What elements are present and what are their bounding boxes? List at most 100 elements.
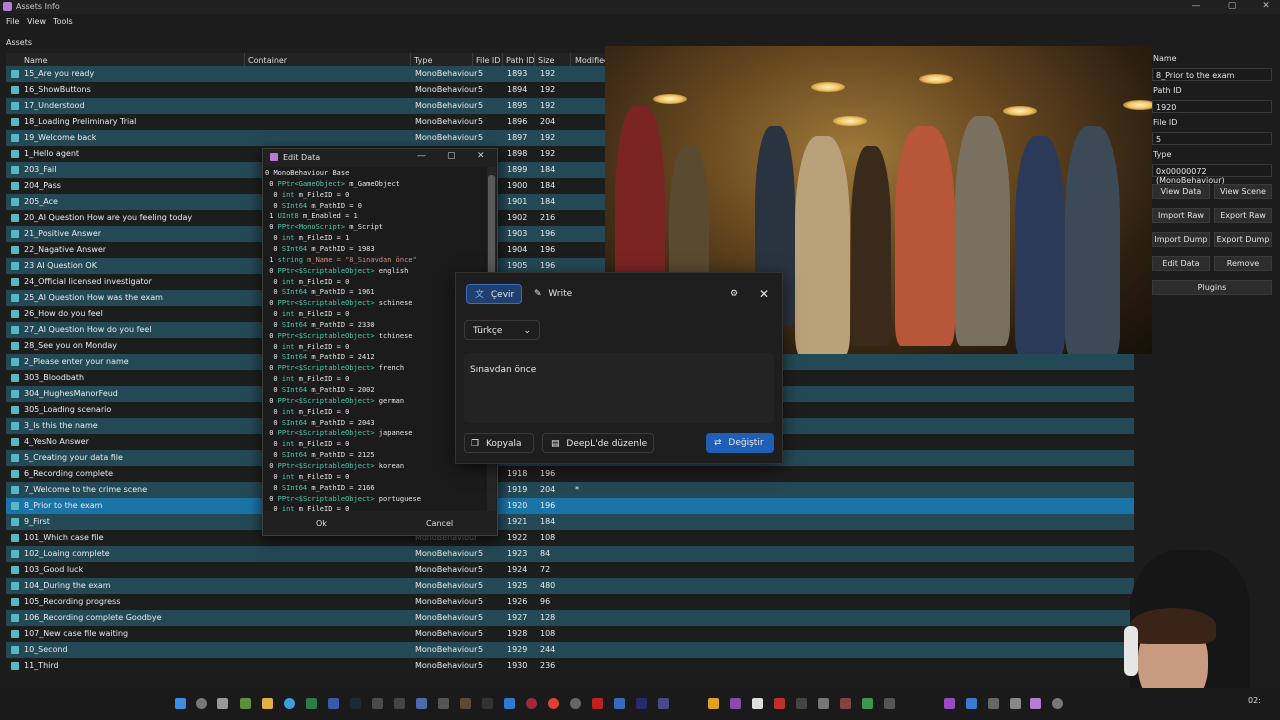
table-row[interactable]: 10_Second MonoBehaviour 5 1929 244 — [6, 642, 1134, 658]
col-container-header[interactable]: Container — [248, 56, 287, 65]
view-scene-button[interactable]: View Scene — [1214, 184, 1272, 199]
menu-view[interactable]: View — [27, 17, 46, 26]
plugins-button[interactable]: Plugins — [1152, 280, 1272, 295]
remove-button[interactable]: Remove — [1214, 256, 1272, 271]
app-icon[interactable] — [752, 698, 763, 709]
translate-tab[interactable]: 文 Çevir — [466, 284, 522, 304]
editor-line[interactable]: 0 PPtr<GameObject> m_GameObject — [265, 180, 400, 188]
pathid-field[interactable]: 1920 — [1152, 100, 1272, 113]
editor-line[interactable]: 0 PPtr<$ScriptableObject> english — [265, 267, 408, 275]
export-raw-button[interactable]: Export Raw — [1214, 208, 1272, 223]
editor-line[interactable]: 0 int m_FileID = 0 — [265, 473, 349, 481]
chrome-icon[interactable] — [548, 698, 559, 709]
ok-button[interactable]: Ok — [316, 519, 327, 528]
app-icon[interactable] — [988, 698, 999, 709]
editor-line[interactable]: 0 PPtr<$ScriptableObject> korean — [265, 462, 404, 470]
table-row[interactable]: 9_First 1921 184 — [6, 514, 1134, 530]
settings-gear-icon[interactable]: ⚙ — [724, 284, 744, 304]
dialog-close-button[interactable]: ✕ — [477, 151, 485, 161]
table-row[interactable]: 104_During the exam MonoBehaviour 5 1925 480 — [6, 578, 1134, 594]
menu-file[interactable]: File — [6, 17, 19, 26]
start-icon[interactable] — [175, 698, 186, 709]
editor-line[interactable]: 0 PPtr<MonoScript> m_Script — [265, 223, 383, 231]
view-data-button[interactable]: View Data — [1152, 184, 1210, 199]
app-icon[interactable] — [658, 698, 669, 709]
close-button[interactable]: ✕ — [1256, 1, 1276, 11]
edit-in-deepl-button[interactable]: ▤ DeepL'de düzenle — [542, 433, 654, 453]
app-icon[interactable] — [708, 698, 719, 709]
app-icon[interactable] — [526, 698, 537, 709]
app-icon[interactable] — [394, 698, 405, 709]
replace-button[interactable]: ⇄ Değiştir — [706, 433, 774, 453]
assets-app-icon[interactable] — [1030, 698, 1041, 709]
app-icon[interactable] — [862, 698, 873, 709]
col-type-header[interactable]: Type — [414, 56, 432, 65]
app-icon[interactable] — [884, 698, 895, 709]
editor-line[interactable]: 0 SInt64 m_PathID = 1983 — [265, 245, 374, 253]
editor-line[interactable]: 1 UInt8 m_Enabled = 1 — [265, 212, 358, 220]
app-icon[interactable] — [796, 698, 807, 709]
editor-line[interactable]: 0 PPtr<$ScriptableObject> schinese — [265, 299, 412, 307]
edit-data-button[interactable]: Edit Data — [1152, 256, 1210, 271]
editor-line[interactable]: 0 SInt64 m_PathID = 2043 — [265, 419, 374, 427]
app-icon[interactable] — [966, 698, 977, 709]
col-name-header[interactable]: Name — [24, 56, 48, 65]
app-icon[interactable] — [818, 698, 829, 709]
editor-line[interactable]: 0 SInt64 m_PathID = 2412 — [265, 353, 374, 361]
fileid-field[interactable]: 5 — [1152, 132, 1272, 145]
table-row[interactable]: 102_Loaing complete MonoBehaviour 5 1923 84 — [6, 546, 1134, 562]
table-row[interactable]: 106_Recording complete Goodbye MonoBehavi… — [6, 610, 1134, 626]
editor-line[interactable]: 0 int m_FileID = 0 — [265, 191, 349, 199]
editor-line[interactable]: 0 SInt64 m_PathID = 0 — [265, 202, 362, 210]
folder-icon[interactable] — [262, 698, 273, 709]
app-icon[interactable] — [592, 698, 603, 709]
app-icon[interactable] — [438, 698, 449, 709]
table-row[interactable]: 7_Welcome to the crime scene 1919 204 * — [6, 482, 1134, 498]
table-row[interactable]: 8_Prior to the exam 1920 196 — [6, 498, 1134, 514]
editor-line[interactable]: 0 int m_FileID = 0 — [265, 310, 349, 318]
data-editor[interactable]: 0 MonoBehaviour Base 0 PPtr<GameObject> … — [263, 167, 487, 511]
language-select[interactable]: Türkçe ⌄ — [464, 320, 540, 340]
col-size-header[interactable]: Size — [538, 56, 554, 65]
app-icon[interactable] — [730, 698, 741, 709]
search-icon[interactable] — [196, 698, 207, 709]
table-row[interactable]: 6_Recording complete 1918 196 — [6, 466, 1134, 482]
editor-line[interactable]: 0 PPtr<$ScriptableObject> japanese — [265, 429, 412, 437]
export-dump-button[interactable]: Export Dump — [1214, 232, 1272, 247]
editor-line[interactable]: 0 PPtr<$ScriptableObject> tchinese — [265, 332, 412, 340]
editor-line[interactable]: 0 SInt64 m_PathID = 1961 — [265, 288, 374, 296]
editor-line[interactable]: 0 int m_FileID = 0 — [265, 440, 349, 448]
steam-icon[interactable] — [350, 698, 361, 709]
col-pathid-header[interactable]: Path ID — [506, 56, 535, 65]
editor-line[interactable]: 0 int m_FileID = 0 — [265, 375, 349, 383]
dialog-minimize-button[interactable]: — — [417, 151, 426, 161]
close-icon[interactable]: ✕ — [754, 284, 774, 304]
editor-line[interactable]: 0 PPtr<$ScriptableObject> french — [265, 364, 404, 372]
app-icon[interactable] — [840, 698, 851, 709]
dialog-maximize-button[interactable]: ▢ — [447, 151, 456, 161]
editor-line[interactable]: 0 int m_FileID = 1 — [265, 234, 349, 242]
app-icon[interactable] — [482, 698, 493, 709]
name-field[interactable]: 8_Prior to the exam — [1152, 68, 1272, 81]
menu-tools[interactable]: Tools — [53, 17, 73, 26]
app-icon[interactable] — [240, 698, 251, 709]
table-row[interactable]: 105_Recording progress MonoBehaviour 5 1926… — [6, 594, 1134, 610]
table-row[interactable]: 101_Which case file MonoBehaviour 1922 108 — [6, 530, 1134, 546]
app-icon[interactable] — [1010, 698, 1021, 709]
app-icon[interactable] — [774, 698, 785, 709]
table-row[interactable]: 107_New case file waiting MonoBehaviour 5 1… — [6, 626, 1134, 642]
cancel-button[interactable]: Cancel — [426, 519, 453, 528]
editor-line[interactable]: 0 PPtr<$ScriptableObject> portuguese — [265, 495, 421, 503]
type-field[interactable]: 0x00000072 (MonoBehaviour) — [1152, 164, 1272, 185]
app-icon[interactable] — [306, 698, 317, 709]
maximize-button[interactable]: ▢ — [1222, 1, 1242, 11]
editor-line[interactable]: 0 int m_FileID = 0 — [265, 278, 349, 286]
app-icon[interactable] — [614, 698, 625, 709]
app-icon[interactable] — [1052, 698, 1063, 709]
app-icon[interactable] — [460, 698, 471, 709]
minimize-button[interactable]: — — [1186, 1, 1206, 11]
import-raw-button[interactable]: Import Raw — [1152, 208, 1210, 223]
translation-text-area[interactable]: Sınavdan önce — [464, 353, 774, 423]
table-row[interactable]: 11_Third MonoBehaviour 5 1930 236 — [6, 658, 1134, 674]
browser-icon[interactable] — [284, 698, 295, 709]
